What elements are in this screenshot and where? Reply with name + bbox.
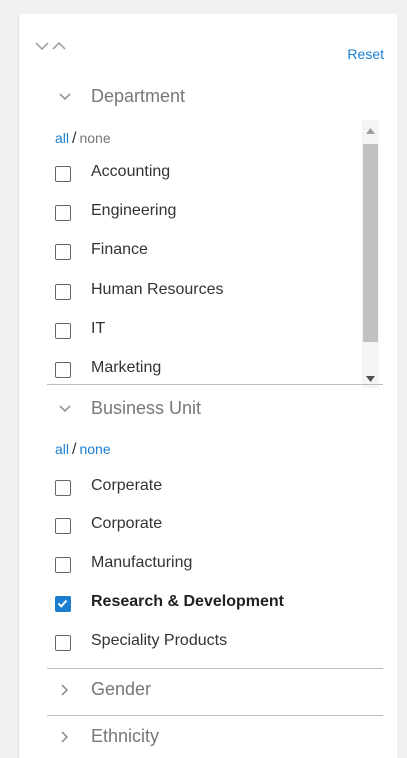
separator: / [72,130,77,147]
all-none-toggle: all / none [55,441,111,459]
checkbox-item-human-resources[interactable]: Human Resources [55,280,355,310]
reset-link[interactable]: Reset [347,46,384,62]
checkbox[interactable] [55,244,71,260]
checkbox-item-finance[interactable]: Finance [55,240,355,270]
checkbox-item-engineering[interactable]: Engineering [55,201,355,231]
checkbox-item-corporate[interactable]: Corporate [55,514,355,544]
checkbox-checked[interactable] [55,596,71,612]
checkbox-label: Accounting [91,163,171,180]
checkbox-label: Human Resources [91,281,224,298]
checkbox-item-speciality-products[interactable]: Speciality Products [55,631,355,661]
checkbox[interactable] [55,284,71,300]
checkbox-item-corperate[interactable]: Corperate [55,476,355,506]
checkbox[interactable] [55,205,71,221]
select-all-link[interactable]: all [55,441,69,457]
checkbox[interactable] [55,362,71,378]
chevron-down-up-icon [35,41,66,51]
separator: / [72,441,77,458]
checkbox[interactable] [55,518,71,534]
checkbox[interactable] [55,635,71,651]
section-header-business-unit[interactable]: Business Unit [47,396,387,426]
filter-panel: Reset Department all / none Accounting Eng… [18,14,397,758]
checkbox-item-accounting[interactable]: Accounting [55,162,355,192]
checkbox-label: Finance [91,241,148,258]
section-title: Ethnicity [91,726,160,746]
section-title: Gender [91,679,152,699]
section-divider [47,715,383,716]
chevron-down-icon [59,93,71,101]
scrollbar-thumb[interactable] [363,144,378,342]
checkbox[interactable] [55,166,71,182]
checkbox-label: Marketing [91,359,162,376]
checkbox[interactable] [55,480,71,496]
filter-toolbar: Reset [19,14,397,70]
checkbox-label: Corperate [91,477,163,494]
section-divider [47,384,383,385]
section-divider [47,668,383,669]
section-title: Department [91,86,186,106]
checkbox-label: Corporate [91,515,163,532]
checkbox[interactable] [55,557,71,573]
chevron-down-icon [59,405,71,413]
select-none-link[interactable]: none [79,441,110,457]
chevron-right-icon [61,731,69,743]
chevron-right-icon [61,684,69,696]
section-header-gender[interactable]: Gender [47,677,387,707]
section-title: Business Unit [91,398,202,418]
checkbox-label: Speciality Products [91,632,228,649]
checkbox-label: Research & Development [91,593,284,610]
section-header-ethnicity[interactable]: Ethnicity [47,724,387,754]
scroll-down-arrow-icon[interactable] [366,376,375,382]
checkbox-item-research-development[interactable]: Research & Development [55,592,355,622]
department-scrollbar[interactable] [362,120,379,388]
checkbox[interactable] [55,323,71,339]
checkbox-item-manufacturing[interactable]: Manufacturing [55,553,355,583]
expand-collapse-all[interactable] [35,38,85,56]
checkbox-label: Engineering [91,202,177,219]
checkmark-icon [57,599,68,608]
checkbox-item-it[interactable]: IT [55,319,355,349]
scroll-up-arrow-icon[interactable] [366,128,375,134]
section-header-department[interactable]: Department [47,84,387,114]
select-all-link[interactable]: all [55,130,69,146]
select-none-link[interactable]: none [79,130,110,146]
checkbox-label: IT [91,320,106,337]
all-none-toggle: all / none [55,130,111,148]
checkbox-label: Manufacturing [91,554,193,571]
